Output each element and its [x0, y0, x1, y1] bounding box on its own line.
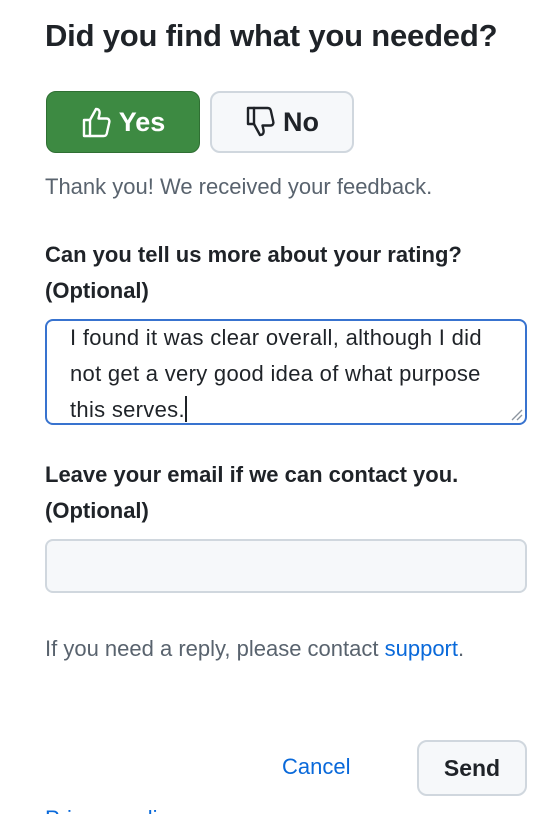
resize-handle-icon[interactable]: [511, 409, 523, 421]
rating-details-label: Can you tell us more about your rating? …: [45, 242, 462, 303]
no-button-label: No: [283, 106, 319, 137]
email-label: Leave your email if we can contact you. …: [45, 462, 459, 523]
feedback-title: Did you find what you needed?: [45, 18, 498, 53]
no-button[interactable]: No: [210, 91, 354, 153]
email-field[interactable]: [45, 539, 527, 593]
thanks-message: Thank you! We received your feedback.: [45, 174, 433, 199]
yes-button-label: Yes: [118, 106, 166, 137]
privacy-policy-link[interactable]: Privacy policy: [45, 804, 179, 814]
yes-button[interactable]: Yes: [46, 91, 200, 153]
send-button[interactable]: Send: [417, 740, 527, 796]
rating-details-value: I found it was clear overall, although I…: [70, 325, 482, 422]
cancel-button[interactable]: Cancel: [282, 752, 350, 782]
thumbs-down-icon: [245, 106, 275, 138]
support-link[interactable]: support: [385, 636, 458, 661]
reply-note: If you need a reply, please contact supp…: [45, 628, 515, 670]
reply-note-period: .: [458, 636, 465, 661]
reply-note-text: If you need a reply, please contact: [45, 636, 379, 661]
rating-details-textarea[interactable]: I found it was clear overall, although I…: [45, 319, 527, 425]
feedback-form: Did you find what you needed? Yes No Tha…: [0, 0, 552, 814]
text-caret: [184, 396, 187, 422]
thumbs-up-icon: [81, 106, 111, 138]
rating-details-text: I found it was clear overall, although I…: [70, 321, 510, 423]
